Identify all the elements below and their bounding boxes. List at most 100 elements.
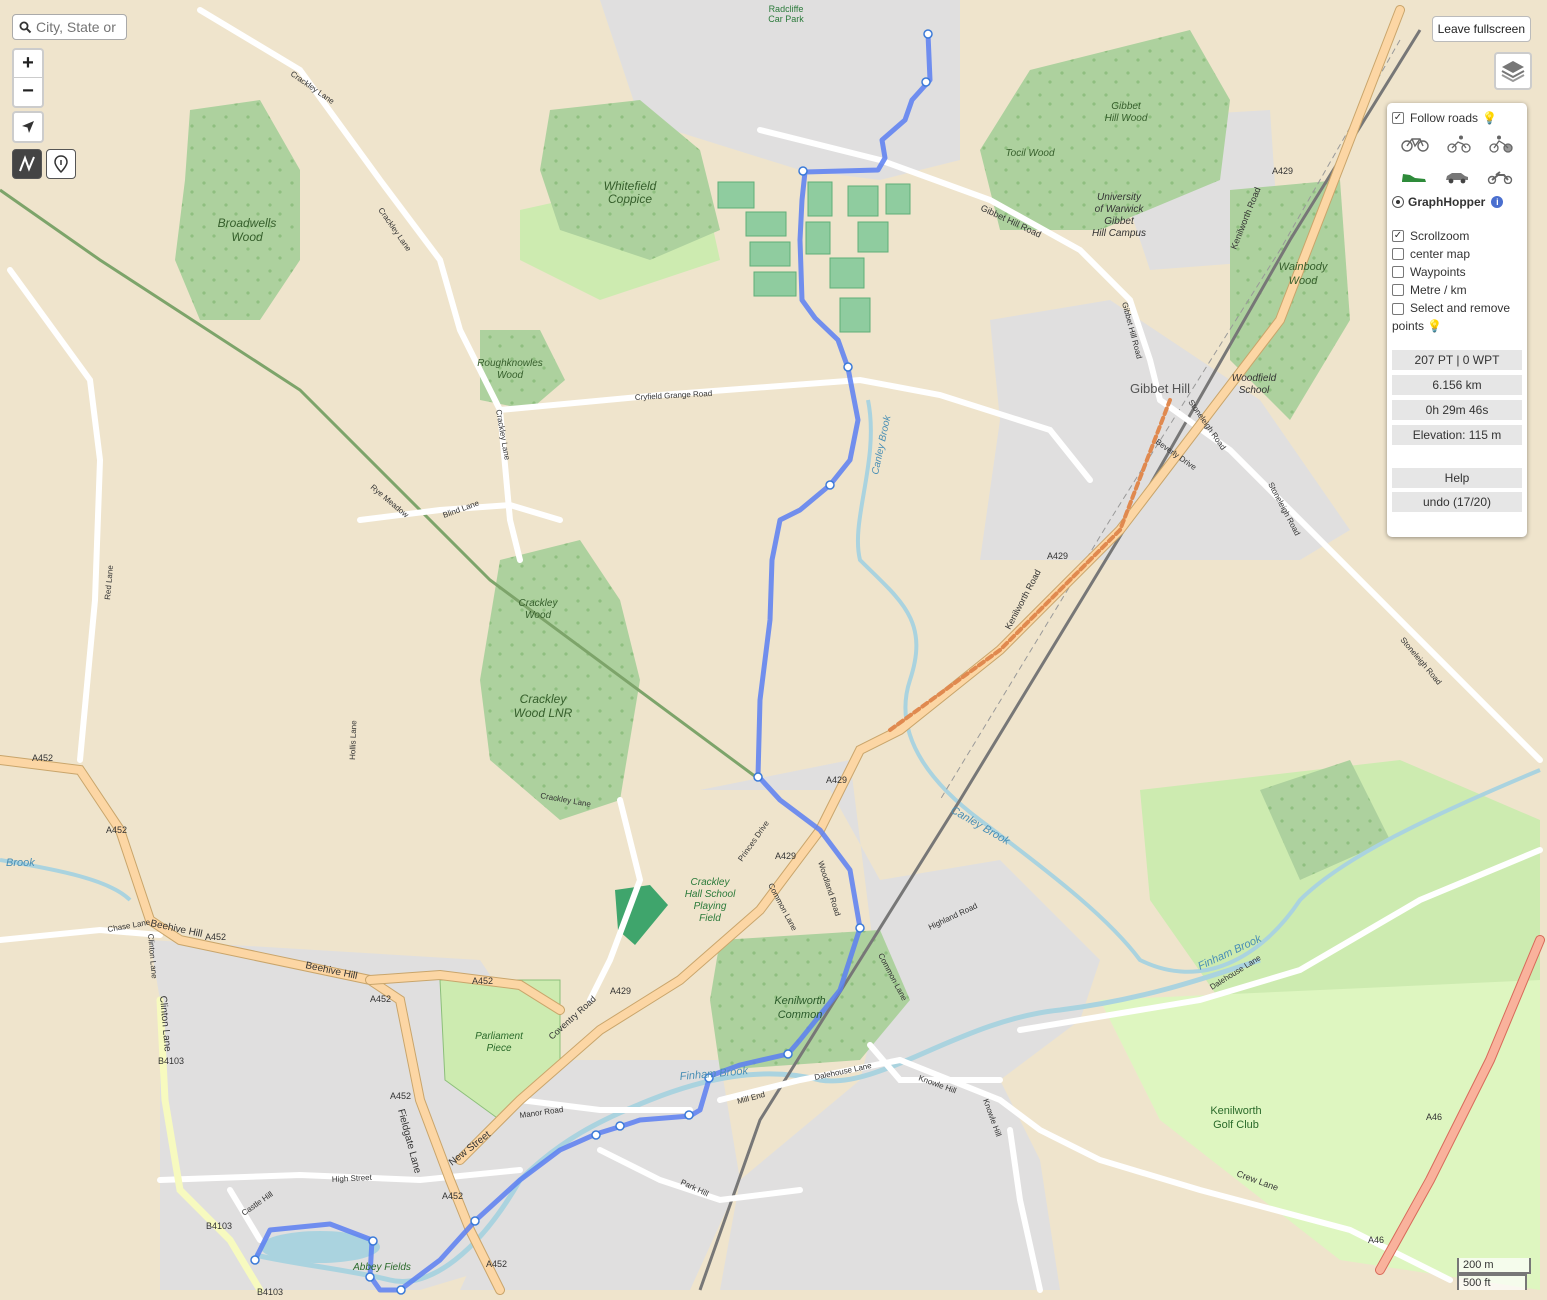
help-button[interactable]: Help <box>1392 468 1522 488</box>
follow-roads-label: Follow roads <box>1410 111 1479 125</box>
map-label: A452 <box>472 976 493 986</box>
scrollzoom-option[interactable]: ✓ Scrollzoom <box>1392 227 1522 245</box>
layers-button[interactable] <box>1494 52 1532 90</box>
select-remove-option[interactable]: Select and remove points 💡 <box>1392 299 1522 335</box>
map-label: Crackley <box>520 692 568 706</box>
zoom-in-button[interactable]: + <box>14 50 42 78</box>
hiking-shoe-icon[interactable] <box>1401 170 1427 187</box>
layers-icon <box>1501 61 1525 83</box>
map-label: Golf Club <box>1213 1119 1259 1131</box>
map-label: A429 <box>775 851 796 861</box>
route-point[interactable] <box>470 1216 480 1226</box>
map-label: A429 <box>1272 166 1293 176</box>
select-remove-checkbox[interactable] <box>1392 302 1404 315</box>
map-label: Common <box>778 1009 823 1021</box>
racing-bike-icon[interactable] <box>1447 135 1471 156</box>
router-radio[interactable] <box>1392 196 1404 208</box>
route-point[interactable] <box>684 1110 694 1120</box>
follow-roads-checkbox[interactable]: ✓ <box>1392 112 1404 124</box>
route-point[interactable] <box>753 772 763 782</box>
waypoints-checkbox[interactable] <box>1392 266 1404 278</box>
leave-fullscreen-button[interactable]: Leave fullscreen <box>1431 16 1531 42</box>
router-option[interactable]: GraphHopper i <box>1392 193 1522 211</box>
route-time: 0h 29m 46s <box>1392 400 1522 420</box>
map-label: Wood <box>525 610 552 621</box>
map-label: Whitefield <box>604 179 657 193</box>
route-point[interactable] <box>615 1121 625 1131</box>
map-label: Coppice <box>608 192 652 206</box>
map-label: Crackley <box>691 877 731 888</box>
map-label: A452 <box>486 1259 507 1269</box>
follow-roads-option[interactable]: ✓ Follow roads 💡 <box>1392 109 1522 127</box>
map-label: A452 <box>370 994 391 1004</box>
map-label: Abbey Fields <box>352 1262 411 1273</box>
waypoints-option[interactable]: Waypoints <box>1392 263 1522 281</box>
map-label: Broadwells <box>218 216 277 230</box>
map-label: A452 <box>32 753 53 763</box>
route-point[interactable] <box>591 1130 601 1140</box>
car-icon[interactable] <box>1444 170 1470 187</box>
route-point[interactable] <box>250 1255 260 1265</box>
undo-button[interactable]: undo (17/20) <box>1392 492 1522 512</box>
route-point[interactable] <box>783 1049 793 1059</box>
map-label: B4103 <box>158 1056 184 1066</box>
route-point[interactable] <box>396 1285 406 1295</box>
map-label: Kenilworth <box>1210 1105 1261 1117</box>
map-label: University <box>1097 192 1142 203</box>
map-label: Wainbody <box>1279 261 1329 273</box>
map-label: Gibbet Hill <box>1130 381 1190 396</box>
add-poi-button[interactable] <box>46 149 76 179</box>
draw-route-button[interactable] <box>12 149 42 179</box>
center-map-checkbox[interactable] <box>1392 248 1404 260</box>
info-icon[interactable]: i <box>1491 196 1504 208</box>
scrollzoom-label: Scrollzoom <box>1410 229 1470 243</box>
map-label: Brook <box>6 857 35 869</box>
metre-km-checkbox[interactable] <box>1392 284 1404 296</box>
lightbulb-icon: 💡 <box>1427 319 1443 333</box>
draw-toolbar <box>12 149 76 179</box>
center-map-option[interactable]: center map <box>1392 245 1522 263</box>
map-label: Field <box>699 913 721 924</box>
map-label: Parliament <box>475 1031 524 1042</box>
map-canvas[interactable]: Radcliffe Car Park Crackley Lane Whitefi… <box>0 0 1547 1300</box>
route-point[interactable] <box>365 1272 375 1282</box>
route-point[interactable] <box>843 362 853 372</box>
select-remove-label: Select and remove points <box>1392 301 1511 333</box>
zoom-out-button[interactable]: − <box>14 78 42 105</box>
route-point[interactable] <box>368 1236 378 1246</box>
map-label: Tocil Wood <box>1005 148 1055 159</box>
metre-km-label: Metre / km <box>1410 283 1467 297</box>
map-label: A429 <box>1047 551 1068 561</box>
line-draw-icon <box>19 155 35 172</box>
route-point[interactable] <box>825 480 835 490</box>
search-box[interactable] <box>12 14 127 40</box>
mountain-bike-icon[interactable] <box>1489 135 1513 156</box>
map-label: Gibbet <box>1111 101 1142 112</box>
map-label: Playing <box>694 901 727 912</box>
scrollzoom-checkbox[interactable]: ✓ <box>1392 230 1404 242</box>
router-label: GraphHopper <box>1408 195 1486 209</box>
map-label: A429 <box>610 986 631 996</box>
points-count: 207 PT | 0 WPT <box>1392 350 1522 370</box>
metre-km-option[interactable]: Metre / km <box>1392 281 1522 299</box>
waypoints-label: Waypoints <box>1410 265 1466 279</box>
map-label: Wood <box>1289 275 1319 287</box>
zoom-control: + − <box>12 48 44 108</box>
center-map-label: center map <box>1410 247 1471 261</box>
scale-bar: 200 m 500 ft <box>1457 1258 1531 1290</box>
route-point[interactable] <box>921 77 931 87</box>
map-label: Wood <box>231 230 263 244</box>
map-label: A46 <box>1368 1235 1384 1245</box>
map-label: of Warwick <box>1095 204 1145 215</box>
route-point[interactable] <box>798 166 808 176</box>
route-point[interactable] <box>855 923 865 933</box>
route-point[interactable] <box>923 29 933 39</box>
map-label: Piece <box>486 1043 511 1054</box>
map-label: Woodfield <box>1232 373 1277 384</box>
search-input[interactable] <box>36 19 124 35</box>
motorcycle-icon[interactable] <box>1487 170 1513 187</box>
map-label: Roughknowles <box>477 358 543 369</box>
locate-button[interactable] <box>12 111 44 143</box>
bicycle-icon[interactable] <box>1401 136 1429 155</box>
map-label: Crackley <box>519 598 559 609</box>
